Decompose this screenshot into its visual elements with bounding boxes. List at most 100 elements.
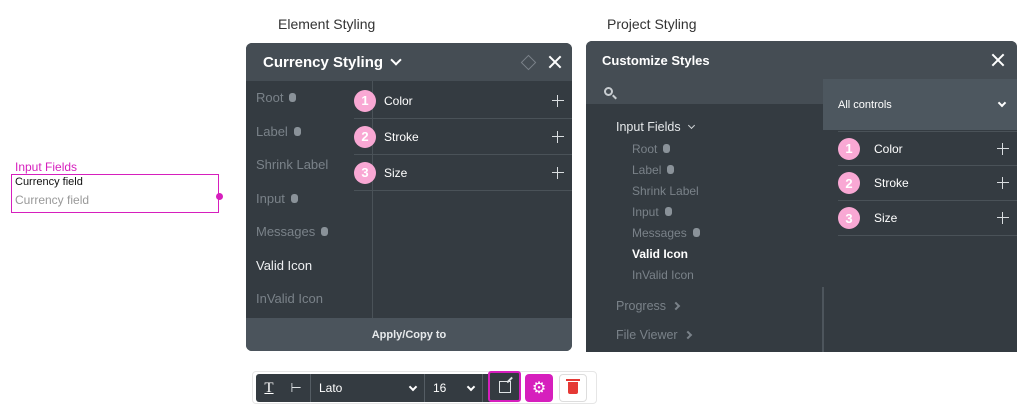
gear-icon: ⚙ (531, 380, 547, 397)
plus-icon[interactable] (997, 142, 1009, 155)
tree-item-label: InValid Icon (632, 267, 694, 282)
style-control-row[interactable]: 3 Size (354, 155, 572, 191)
controls-filter-dropdown[interactable]: All controls (823, 79, 1017, 130)
part-label: Label (256, 123, 288, 139)
tree-item-label: Messages (632, 225, 687, 240)
tree-item-label: Label (632, 162, 662, 177)
tree-items: Root Label Shrink Label Input Messages Valid … (616, 138, 816, 285)
tree-item-label: Shrink Label (632, 183, 699, 198)
tree-item-label: Root (632, 141, 658, 156)
project-panel-title: Customize Styles (602, 52, 710, 68)
currency-field-element[interactable]: Currency field Currency field (11, 174, 219, 213)
style-control-row[interactable]: 1 Color (838, 131, 1017, 166)
part-item[interactable]: InValid Icon (246, 282, 372, 316)
step-number-badge: 1 (838, 137, 860, 160)
style-control-label: Size (384, 165, 408, 180)
apply-copy-button[interactable]: Apply/Copy to (246, 318, 572, 351)
text-style-icon[interactable]: T (256, 380, 282, 397)
style-control-row[interactable]: 2 Stroke (354, 119, 572, 155)
settings-button[interactable]: ⚙ (525, 374, 553, 402)
chevron-down-icon (997, 98, 1007, 108)
trash-icon (566, 379, 580, 394)
font-size-select[interactable]: 16 (425, 374, 483, 402)
project-panel-header: Customize Styles (586, 41, 1017, 79)
tree-item[interactable]: Input (616, 201, 816, 222)
info-icon (663, 144, 671, 153)
tree-group[interactable]: File Viewer (616, 320, 816, 349)
tree-group-input-fields[interactable]: Input Fields (616, 116, 816, 138)
align-icon[interactable]: ⊢ (282, 380, 310, 396)
tree-group-label: File Viewer (616, 327, 678, 342)
font-select[interactable]: Lato (310, 374, 425, 402)
info-icon (289, 93, 297, 103)
chevron-down-icon (466, 382, 476, 391)
project-style-controls: 1 Color 2 Stroke 3 Size (838, 131, 1017, 236)
element-styling-panel: Currency Styling Root Label Shrink Label In… (246, 43, 572, 351)
part-label: InValid Icon (256, 291, 323, 307)
resize-handle[interactable] (216, 193, 223, 200)
element-panel-header: Currency Styling (246, 43, 572, 81)
info-icon (692, 228, 700, 237)
close-icon[interactable] (991, 53, 1005, 67)
part-item[interactable]: Valid Icon (246, 249, 372, 283)
info-icon (667, 165, 675, 174)
project-styling-panel: Customize Styles All controls Input Fiel… (586, 41, 1017, 352)
currency-field-placeholder: Currency field (15, 193, 90, 207)
style-control-label: Size (874, 211, 898, 225)
pin-icon[interactable] (520, 54, 537, 70)
element-panel-title[interactable]: Currency Styling (263, 54, 383, 71)
info-icon (290, 193, 298, 203)
style-control-label: Stroke (384, 129, 419, 144)
plus-icon[interactable] (552, 94, 564, 107)
chevron-right-icon (671, 301, 681, 310)
style-control-row[interactable]: 1 Color (354, 83, 572, 119)
chevron-right-icon (683, 330, 692, 339)
tree-item[interactable]: Shrink Label (616, 180, 816, 201)
info-icon (664, 207, 672, 216)
tree-item[interactable]: Valid Icon (616, 243, 816, 264)
tree-item[interactable]: Root (616, 138, 816, 159)
part-label: Shrink Label (256, 157, 329, 173)
tree-item[interactable]: InValid Icon (616, 264, 816, 285)
search-icon[interactable] (604, 87, 613, 96)
step-number-badge: 3 (354, 161, 376, 184)
plus-icon[interactable] (552, 130, 564, 143)
style-control-row[interactable]: 3 Size (838, 201, 1017, 236)
close-icon[interactable] (548, 55, 562, 69)
panel-divider (822, 287, 824, 352)
tree-group-label: Input Fields (616, 120, 681, 134)
tree-group-label: Progress (616, 298, 667, 313)
style-control-label: Color (384, 93, 413, 108)
part-label: Input (256, 190, 285, 206)
tree-group[interactable]: Progress (616, 291, 816, 320)
controls-filter-value: All controls (838, 98, 892, 111)
search-bar[interactable] (586, 79, 823, 104)
plus-icon[interactable] (552, 166, 564, 179)
element-styling-caption: Element Styling (278, 16, 376, 32)
currency-field-value: Currency field (15, 176, 83, 188)
tree-groups: Progress File Viewer (616, 291, 816, 349)
part-item[interactable]: Messages (246, 215, 372, 249)
step-number-badge: 2 (838, 172, 860, 194)
font-value: Lato (319, 381, 343, 395)
chevron-down-icon[interactable] (390, 54, 402, 66)
chevron-down-icon (687, 121, 695, 130)
plus-icon[interactable] (997, 177, 1009, 189)
control-tree: Input Fields Root Label Shrink Label Input M… (616, 116, 816, 349)
tree-item[interactable]: Label (616, 159, 816, 180)
font-size-value: 16 (433, 381, 447, 395)
open-styles-button[interactable] (488, 371, 521, 402)
plus-icon[interactable] (997, 212, 1009, 224)
project-styling-caption: Project Styling (607, 16, 697, 32)
style-control-label: Stroke (874, 176, 909, 190)
chevron-down-icon (408, 382, 418, 391)
step-number-badge: 2 (354, 125, 376, 148)
element-style-controls: 1 Color 2 Stroke 3 Size (354, 83, 572, 191)
info-icon (293, 126, 301, 136)
delete-button[interactable] (559, 374, 587, 402)
part-label: Valid Icon (256, 257, 313, 273)
tree-item-label: Valid Icon (632, 246, 689, 261)
tree-item[interactable]: Messages (616, 222, 816, 243)
step-number-badge: 1 (354, 89, 376, 112)
style-control-row[interactable]: 2 Stroke (838, 166, 1017, 201)
